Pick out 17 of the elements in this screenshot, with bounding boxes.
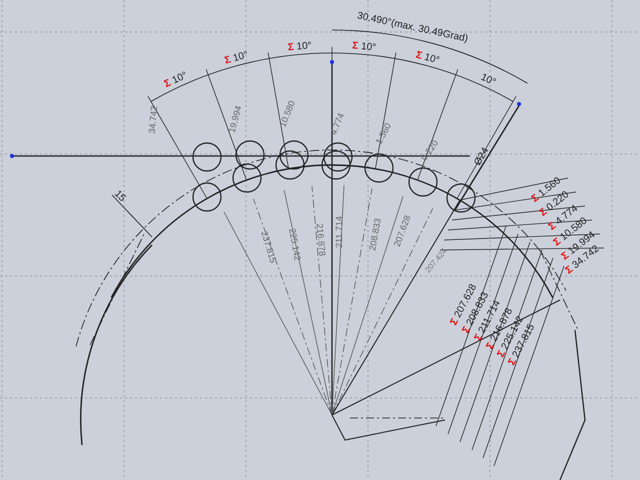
radial-dimension: 34.742 [146,106,160,134]
radial-dimension: 237.815 [259,230,278,264]
radial-dimension: 19.994 [226,104,244,134]
angle-dimension: 10° [478,72,498,88]
angle-dimension: Σ 10° [287,40,312,54]
radial-dimension: 1.560 [374,121,394,146]
angle-dimension: Σ 10° [352,40,377,54]
angle-dimension: Σ 10° [223,50,250,66]
angle-dimension: Σ 10° [414,50,441,66]
angle-dimension: Σ 10° [162,70,189,90]
radial-dimension: 10.580 [277,99,297,128]
radial-dimension: 211.714 [334,216,344,248]
offset-dimension: 15 [112,188,128,204]
radial-dimension: 208.833 [367,218,383,252]
radial-dimension: 4.774 [328,112,346,136]
radial-dimension: 225.142 [287,228,303,262]
radial-dimension: 216.878 [314,223,328,256]
